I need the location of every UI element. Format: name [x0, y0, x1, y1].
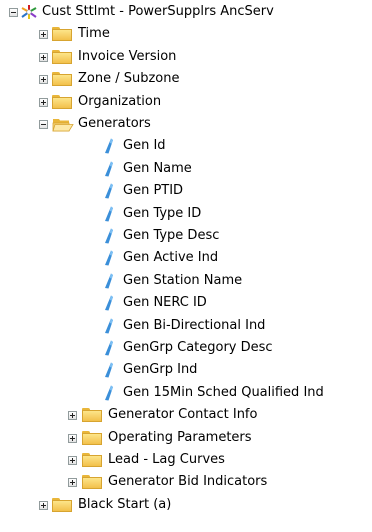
attribute-icon — [104, 183, 114, 199]
folder-icon — [82, 408, 103, 423]
folder-open-icon — [52, 117, 74, 132]
tree-attribute[interactable]: Gen Active Ind — [0, 247, 372, 269]
attribute-icon — [104, 250, 114, 266]
expand-toggle[interactable] — [39, 52, 48, 62]
tree-node-label: Generators — [78, 116, 151, 131]
tree-node-label: GenGrp Category Desc — [123, 340, 273, 355]
expand-toggle[interactable] — [68, 456, 77, 465]
tree-folder[interactable]: Invoice Version — [0, 46, 372, 68]
folder-icon — [52, 49, 73, 65]
tree-attribute[interactable]: Gen PTID — [0, 180, 372, 202]
tree-node-label: Gen Name — [123, 160, 192, 176]
attribute-icon — [104, 340, 114, 356]
tree-node-root[interactable]: Cust Sttlmt - PowerSupplrs AncServ — [0, 1, 372, 23]
tree-node-label: Generator Bid Indicators — [108, 474, 268, 490]
tree-attribute[interactable]: Gen Id — [0, 135, 372, 157]
folder-icon — [82, 475, 103, 490]
tree-node-label: Gen Bi-Directional Ind — [123, 317, 266, 333]
folder-icon — [52, 72, 73, 87]
attribute-icon — [104, 161, 114, 177]
tree-node-label: Zone / Subzone — [78, 71, 180, 87]
tree-attribute[interactable]: Gen Type ID — [0, 203, 372, 225]
tree-attribute[interactable]: Gen 15Min Sched Qualified Ind — [0, 382, 372, 404]
attribute-icon — [104, 228, 114, 244]
tree-attribute[interactable]: GenGrp Category Desc — [0, 337, 372, 359]
tree-node-label: Gen Type Desc — [123, 228, 220, 243]
attribute-icon — [104, 318, 114, 334]
expand-toggle[interactable] — [39, 500, 48, 510]
tree-subfolder[interactable]: Operating Parameters — [0, 427, 372, 449]
tree-node-label: Operating Parameters — [108, 429, 252, 445]
tree-node-label: Gen Type ID — [123, 205, 202, 221]
tree-folder[interactable]: Black Start (a) — [0, 494, 372, 516]
tree-node-label: Gen 15Min Sched Qualified Ind — [123, 384, 324, 400]
tree-subfolder[interactable]: Generator Contact Info — [0, 404, 372, 426]
tree-attribute[interactable]: Gen Type Desc — [0, 225, 372, 247]
tree-attribute[interactable]: Gen NERC ID — [0, 292, 372, 314]
attribute-icon — [104, 273, 114, 289]
expand-toggle[interactable] — [39, 97, 48, 107]
tree-node-label: Gen NERC ID — [123, 295, 207, 311]
tree-node-label: Gen Active Ind — [123, 250, 219, 266]
cube-icon — [20, 4, 38, 20]
tree-attribute[interactable]: GenGrp Ind — [0, 359, 372, 381]
tree-node-label: Generator Contact Info — [108, 407, 258, 423]
expand-toggle[interactable] — [68, 433, 77, 443]
tree-node-label: Cust Sttlmt - PowerSupplrs AncServ — [42, 4, 274, 19]
tree-folder[interactable]: Organization — [0, 91, 372, 113]
attribute-icon — [104, 138, 114, 154]
attribute-icon — [104, 385, 114, 401]
attribute-icon — [104, 362, 114, 378]
folder-icon — [82, 430, 103, 446]
attribute-icon — [104, 206, 114, 222]
tree-node-label: Organization — [78, 93, 162, 109]
collapse-toggle[interactable] — [39, 120, 48, 129]
attribute-icon — [104, 295, 114, 311]
tree-attribute[interactable]: Gen Name — [0, 158, 372, 180]
tree-node-label: GenGrp Ind — [123, 362, 198, 378]
tree-attribute[interactable]: Gen Bi-Directional Ind — [0, 315, 372, 337]
folder-icon — [82, 453, 103, 468]
expand-toggle[interactable] — [68, 411, 77, 421]
folder-icon — [52, 94, 73, 110]
tree-node-label: Time — [78, 26, 110, 42]
tree-folder-generators[interactable]: Generators — [0, 113, 372, 135]
tree-subfolder[interactable]: Lead - Lag Curves — [0, 449, 372, 471]
tree-folder[interactable]: Time — [0, 23, 372, 45]
tree-node-label: Gen PTID — [123, 183, 184, 199]
folder-icon — [52, 497, 73, 513]
tree-node-label: Gen Station Name — [123, 272, 243, 288]
collapse-toggle[interactable] — [9, 8, 18, 17]
tree-subfolder[interactable]: Generator Bid Indicators — [0, 471, 372, 493]
metadata-tree: Cust Sttlmt - PowerSupplrs AncServ Time In… — [0, 0, 372, 532]
tree-folder[interactable]: Zone / Subzone — [0, 68, 372, 90]
tree-node-label: Black Start (a) — [78, 496, 172, 512]
folder-icon — [52, 27, 73, 42]
tree-attribute[interactable]: Gen Station Name — [0, 270, 372, 292]
tree-node-label: Gen Id — [123, 138, 166, 154]
expand-toggle[interactable] — [39, 30, 48, 40]
expand-toggle[interactable] — [39, 75, 48, 85]
expand-toggle[interactable] — [68, 478, 77, 488]
tree-node-label: Invoice Version — [78, 48, 177, 64]
tree-node-label: Lead - Lag Curves — [108, 452, 225, 467]
